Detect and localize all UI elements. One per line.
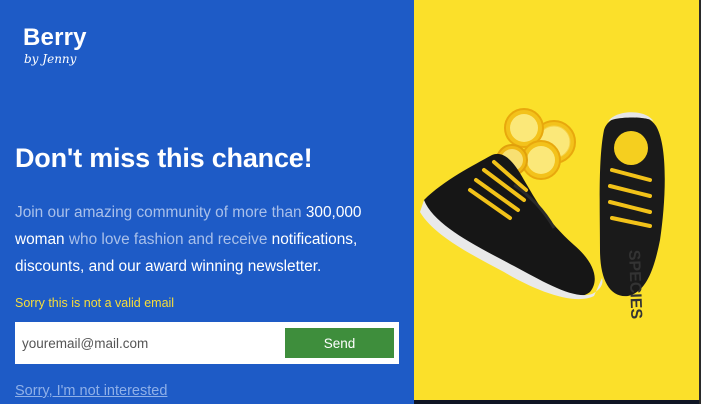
brand-name: Berry xyxy=(23,24,87,51)
not-interested-link[interactable]: Sorry, I'm not interested xyxy=(15,383,167,399)
email-error-message: Sorry this is not a valid email xyxy=(15,296,175,310)
subscribe-form: Send xyxy=(15,322,399,364)
left-sneaker-image xyxy=(420,153,603,300)
headline: Don't miss this chance! xyxy=(15,143,313,173)
description-text: Join our amazing community of more than xyxy=(15,204,306,221)
brand-logo: Berry by Jenny xyxy=(23,24,87,66)
sneakers-lemons-image: SPECIES xyxy=(420,108,665,320)
right-sneaker-image: SPECIES xyxy=(599,112,665,320)
description-text: who love fashion and receive xyxy=(64,231,272,248)
newsletter-modal: Berry by Jenny Don't miss this chance! J… xyxy=(0,0,701,404)
brand-tagline: by Jenny xyxy=(24,52,77,66)
signup-panel: Berry by Jenny Don't miss this chance! J… xyxy=(0,0,414,404)
description: Join our amazing community of more than … xyxy=(15,199,405,280)
send-button[interactable]: Send xyxy=(285,328,394,358)
sneaker-brand-mark: SPECIES xyxy=(625,250,644,320)
email-input[interactable] xyxy=(15,322,283,364)
product-image-panel: SPECIES xyxy=(414,0,699,400)
